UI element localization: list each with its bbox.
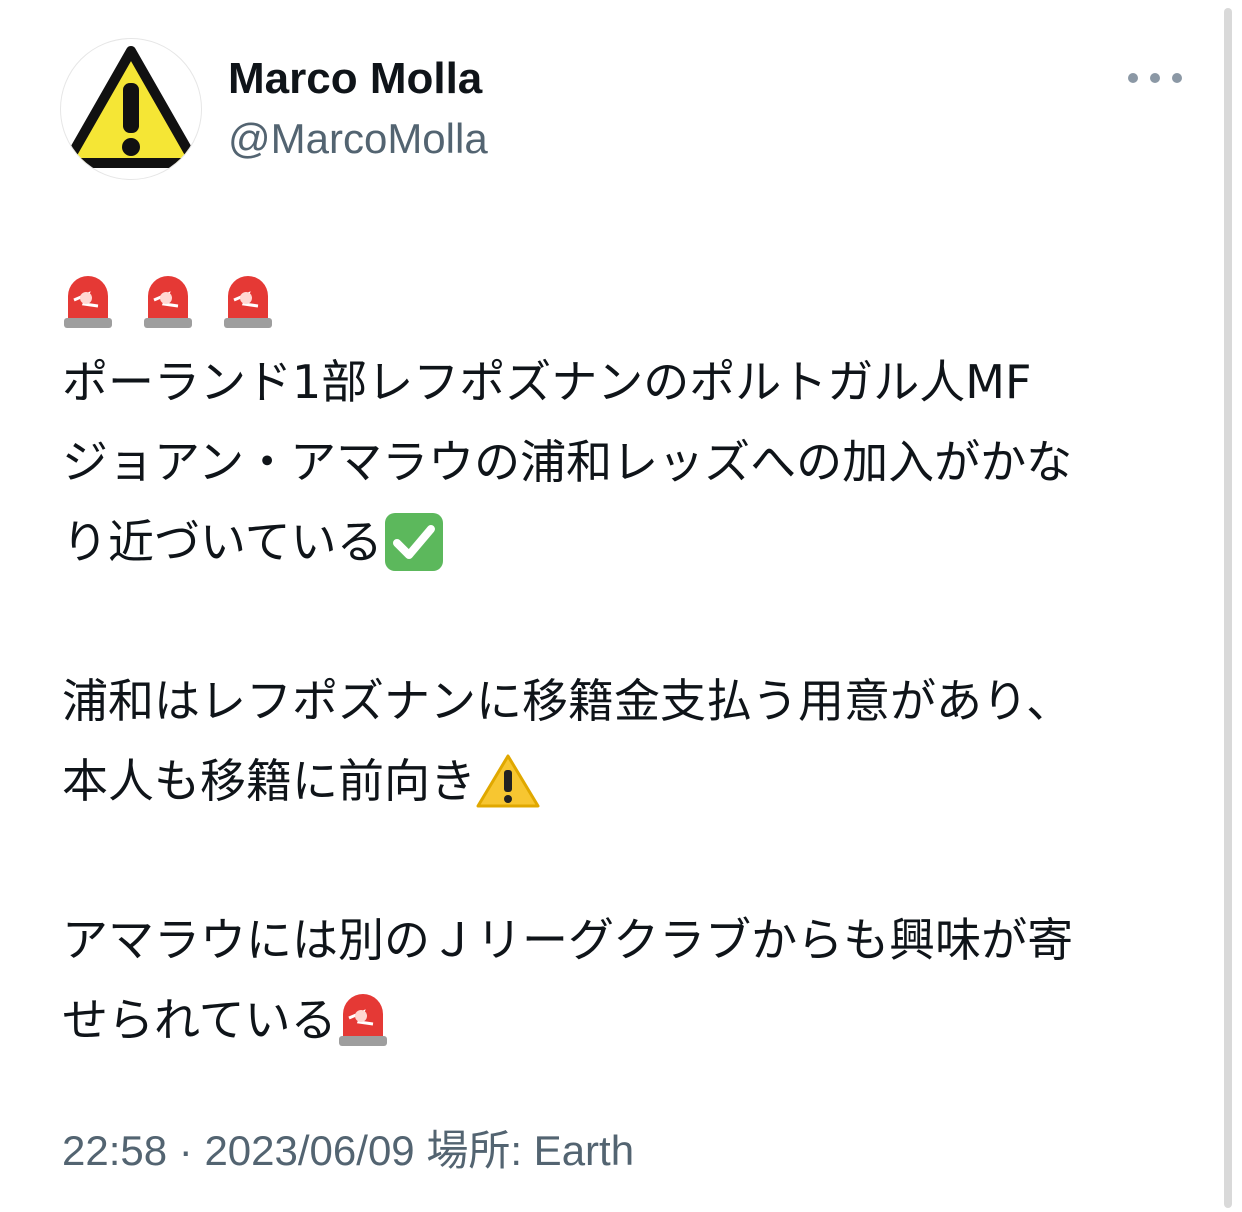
meta-separator: · <box>178 1127 193 1174</box>
more-dots-icon <box>1128 73 1138 83</box>
tweet-card: Marco Molla @MarcoMolla ポーランド1部レフポズナンのポル… <box>0 0 1222 1212</box>
police-light-icon <box>222 274 274 330</box>
siren-emoji-row <box>62 262 1202 342</box>
display-name[interactable]: Marco Molla <box>228 52 488 106</box>
check-mark-button-icon <box>383 511 445 573</box>
tweet-line: せられている <box>62 980 1202 1060</box>
more-dots-icon <box>1150 73 1160 83</box>
tweet-line: ポーランド1部レフポズナンのポルトガル人MF <box>62 355 1032 409</box>
user-handle[interactable]: @MarcoMolla <box>228 112 488 166</box>
tweet-line: 浦和はレフポズナンに移籍金支払う用意があり、 <box>62 674 1073 728</box>
more-dots-icon <box>1172 73 1182 83</box>
warning-sign-icon <box>62 46 200 168</box>
police-light-icon <box>337 992 389 1048</box>
scrollbar[interactable] <box>1224 8 1232 1208</box>
tweet-meta: 22:58 · 2023/06/09 場所: Earth <box>62 1124 634 1178</box>
police-light-icon <box>142 274 194 330</box>
tweet-line: ジョアン・アマラウの浦和レッズへの加入がかな <box>62 435 1073 489</box>
avatar[interactable] <box>60 38 202 180</box>
police-light-icon <box>62 274 114 330</box>
tweet-date[interactable]: 2023/06/09 <box>204 1127 414 1174</box>
tweet-line: り近づいている <box>62 502 1202 582</box>
tweet-line: アマラウには別のＪリーグクラブからも興味が寄 <box>62 913 1074 967</box>
more-options-button[interactable] <box>1128 60 1182 96</box>
tweet-location: 場所: Earth <box>426 1127 635 1174</box>
warning-icon <box>476 752 540 810</box>
author-info[interactable]: Marco Molla @MarcoMolla <box>228 52 488 166</box>
tweet-text: ポーランド1部レフポズナンのポルトガル人MF ジョアン・アマラウの浦和レッズへの… <box>62 262 1202 1060</box>
tweet-time[interactable]: 22:58 <box>62 1127 167 1174</box>
tweet-line: 本人も移籍に前向き <box>62 741 1202 821</box>
